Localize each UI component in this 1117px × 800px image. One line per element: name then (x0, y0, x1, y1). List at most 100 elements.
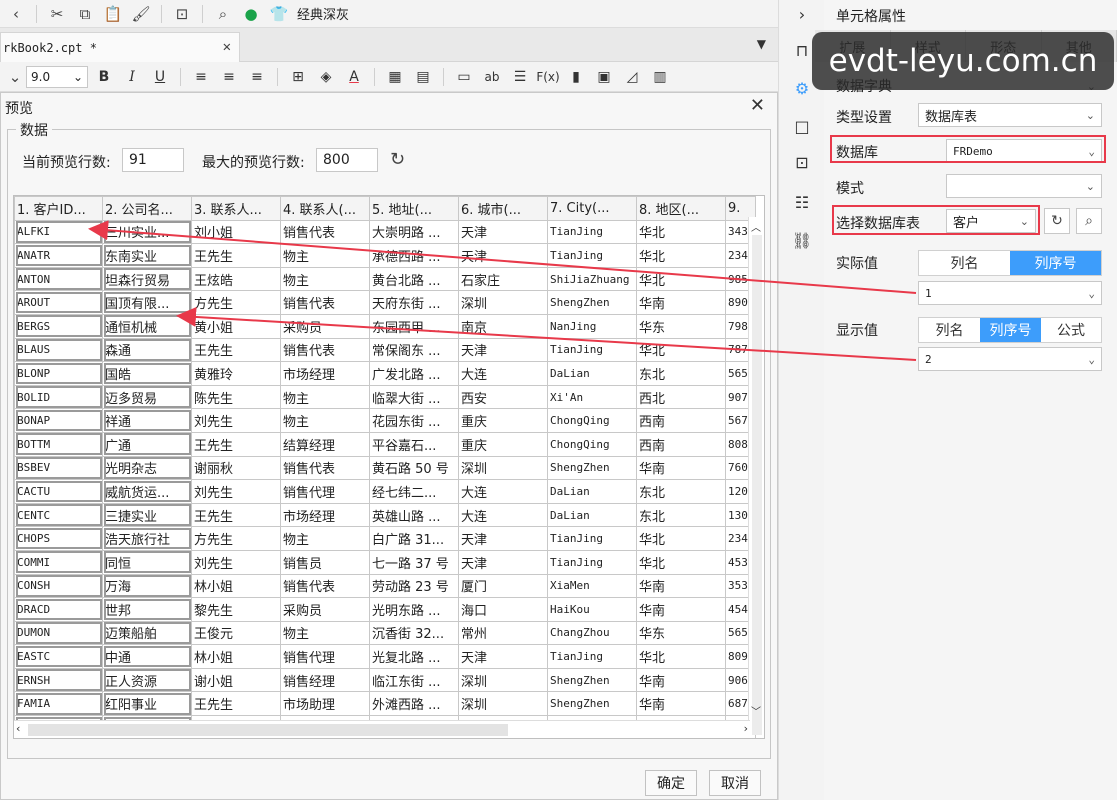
chevron-left-icon[interactable]: ‹ (16, 722, 20, 735)
bold-icon[interactable]: B (92, 66, 116, 88)
table-cell[interactable]: ANTON (14, 266, 103, 292)
table-cell[interactable]: 天府东街 ... (369, 290, 459, 315)
table-cell[interactable]: 光明东路 ... (369, 597, 459, 622)
table-cell[interactable]: ShengZhen (547, 691, 637, 717)
table-cell[interactable]: 王先生 (191, 431, 281, 457)
table-cell[interactable]: TianJing (547, 644, 637, 669)
chevron-right-icon[interactable]: › (744, 722, 748, 735)
table-cell[interactable]: TianJing (547, 243, 637, 268)
table-cell[interactable]: HaiKou (547, 597, 637, 622)
table-cell[interactable]: 南京 (458, 313, 548, 339)
refresh-icon[interactable]: ↻ (1044, 208, 1070, 234)
italic-icon[interactable]: I (120, 66, 144, 88)
scroll-thumb[interactable] (28, 724, 508, 736)
table-cell[interactable]: 东北 (636, 361, 726, 386)
table-cell[interactable]: 深圳 (458, 455, 548, 481)
table-cell[interactable]: 大连 (458, 502, 548, 528)
table-cell[interactable]: 销售代表 (280, 290, 370, 315)
actual-mode-colname[interactable]: 列名 (919, 251, 1010, 275)
table-cell[interactable]: 七一路 37 号 (369, 549, 459, 575)
table-cell[interactable]: CACTU (14, 479, 103, 504)
table-cell[interactable]: 重庆 (458, 408, 548, 433)
table-cell[interactable]: ChangZhou (547, 620, 637, 646)
table-row[interactable]: CHOPS 浩天旅行社 方先生 物主 白广路 31... 天津 TianJing 华北 234 (14, 526, 756, 551)
table-cell[interactable]: XiaMen (547, 573, 637, 599)
table-cell[interactable]: 中通 (102, 644, 192, 669)
table-cell[interactable]: 黎先生 (191, 597, 281, 622)
table-cell[interactable]: EASTC (14, 644, 103, 669)
column-header[interactable]: 1. 客户ID... (14, 196, 103, 221)
fill-color-icon[interactable]: ◈ (314, 66, 338, 88)
table-row[interactable]: FAMIA 红阳事业 王先生 市场助理 外滩西路 ... 深圳 ShengZhen 华南 687 (14, 691, 756, 717)
cut-icon[interactable]: ✂ (45, 3, 69, 25)
table-cell[interactable]: 临江东街 ... (369, 667, 459, 693)
table-row[interactable]: COMMI 同恒 刘先生 销售员 七一路 37 号天津 TianJing 华北 453 (14, 549, 756, 575)
table-cell[interactable]: BLAUS (14, 337, 103, 363)
document-tab[interactable]: rkBook2.cpt * ✕ (0, 32, 240, 62)
table-cell[interactable]: 红阳事业 (102, 691, 192, 717)
table-cell[interactable]: 劳动路 23 号 (369, 573, 459, 599)
insert-formula-icon[interactable]: F(x) (536, 66, 560, 88)
table-cell[interactable]: 华北 (636, 549, 726, 575)
table-cell[interactable]: 西北 (636, 384, 726, 410)
column-header[interactable]: 3. 联系人... (191, 196, 281, 221)
table-cell[interactable]: 平谷嘉石... (369, 431, 459, 457)
table-cell[interactable]: 林小姐 (191, 644, 281, 669)
table-cell[interactable]: 东北 (636, 502, 726, 528)
table-cell[interactable]: 华南 (636, 573, 726, 599)
table-cell[interactable]: BONAP (14, 408, 103, 433)
table-cell[interactable]: 销售代表 (280, 337, 370, 363)
column-header[interactable]: 6. 城市(... (458, 196, 548, 221)
close-icon[interactable]: ✕ (750, 95, 765, 116)
table-cell[interactable]: 华北 (636, 337, 726, 363)
table-cell[interactable]: 东南实业 (102, 243, 192, 268)
table-cell[interactable]: 森通 (102, 337, 192, 363)
horizontal-scrollbar[interactable]: ‹ › (14, 720, 750, 738)
table-cell[interactable]: 王先生 (191, 337, 281, 363)
display-mode-formula[interactable]: 公式 (1041, 318, 1101, 342)
table-cell[interactable]: ANATR (14, 243, 103, 268)
chevron-down-icon[interactable]: ﹀ (751, 703, 761, 718)
table-cell[interactable]: 威航货运... (102, 479, 192, 504)
table-cell[interactable]: 东园西甲 ... (369, 313, 459, 339)
table-cell[interactable]: 销售代表 (280, 219, 370, 245)
table-cell[interactable]: 采购员 (280, 313, 370, 339)
table-cell[interactable]: AROUT (14, 290, 103, 315)
theme-label[interactable]: 经典深灰 (297, 4, 349, 23)
table-cell[interactable]: 大连 (458, 361, 548, 386)
chevron-left-icon[interactable]: ‹ (4, 3, 28, 25)
table-cell[interactable]: CENTC (14, 502, 103, 528)
table-cell[interactable]: 市场助理 (280, 691, 370, 717)
table-cell[interactable]: 刘先生 (191, 549, 281, 575)
table-cell[interactable]: 花园东街 ... (369, 408, 459, 433)
float-element-icon[interactable]: □ (789, 114, 815, 138)
max-rows-input[interactable]: 800 (316, 148, 378, 172)
format-painter-icon[interactable]: 🖌 (129, 3, 153, 25)
copy-icon[interactable]: ⧉ (73, 3, 97, 25)
search-report-icon[interactable]: ⌕ (211, 3, 235, 25)
close-icon[interactable]: ✕ (223, 39, 231, 55)
table-row[interactable]: BOTTM 广通 王先生 结算经理 平谷嘉石... 重庆 ChongQing 西南 808 (14, 431, 756, 457)
table-cell[interactable]: ChongQing (547, 431, 637, 457)
table-cell[interactable]: 物主 (280, 526, 370, 551)
table-cell[interactable]: 白广路 31... (369, 526, 459, 551)
table-cell[interactable]: 王先生 (191, 243, 281, 268)
table-cell[interactable]: 三捷实业 (102, 502, 192, 528)
table-cell[interactable]: 黄台北路 ... (369, 266, 459, 292)
insert-image-icon[interactable]: ▣ (592, 66, 616, 88)
current-rows-input[interactable]: 91 (122, 148, 184, 172)
table-cell[interactable]: 销售经理 (280, 667, 370, 693)
table-cell[interactable]: 天津 (458, 644, 548, 669)
check-icon[interactable]: ● (239, 3, 263, 25)
table-cell[interactable]: 常州 (458, 620, 548, 646)
table-cell[interactable]: 陈先生 (191, 384, 281, 410)
ok-button[interactable]: 确定 (645, 770, 697, 796)
table-row[interactable]: DRACD 世邦 黎先生 采购员 光明东路 ... 海口 HaiKou 华南 454 (14, 597, 756, 622)
font-color-icon[interactable]: A (342, 66, 366, 88)
table-cell[interactable]: 浩天旅行社 (102, 526, 192, 551)
table-cell[interactable]: 王先生 (191, 691, 281, 717)
table-cell[interactable]: 刘先生 (191, 408, 281, 433)
table-cell[interactable]: 广发北路 ... (369, 361, 459, 386)
table-cell[interactable]: 天津 (458, 243, 548, 268)
table-cell[interactable]: 华南 (636, 691, 726, 717)
